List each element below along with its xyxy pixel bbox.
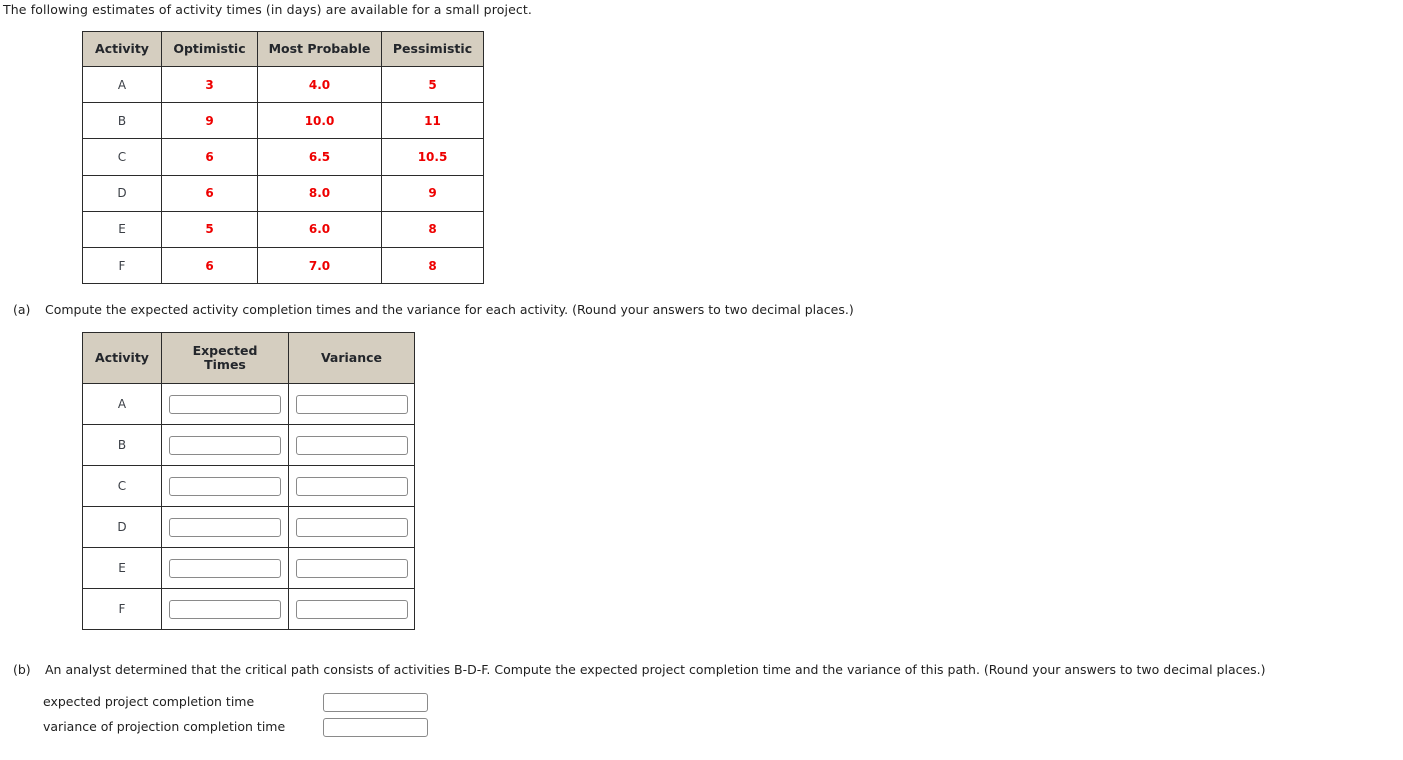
- table-row: F 6 7.0 8: [82, 246, 484, 285]
- expected-project-completion-time-input[interactable]: [323, 693, 428, 712]
- variance-input-e[interactable]: [295, 558, 408, 578]
- cell-pessimistic: 8: [381, 246, 484, 285]
- expected-time-input-b[interactable]: [169, 435, 281, 455]
- cell-most-probable: 7.0: [257, 246, 382, 285]
- table-row: C: [82, 465, 415, 507]
- column-header-expected-times: Expected Times: [161, 332, 289, 384]
- cell-most-probable: 6.5: [257, 138, 382, 176]
- answers-table: Activity Expected Times Variance A B C D…: [82, 332, 415, 630]
- cell-most-probable: 4.0: [257, 65, 382, 104]
- question-a: (a) Compute the expected activity comple…: [13, 302, 854, 317]
- cell-expected-time: [161, 547, 289, 589]
- cell-activity: A: [82, 383, 162, 425]
- table-row: E: [82, 547, 415, 589]
- column-header-activity: Activity: [82, 332, 162, 384]
- intro-text: The following estimates of activity time…: [3, 2, 533, 17]
- cell-optimistic: 3: [161, 65, 258, 104]
- cell-activity: A: [82, 65, 162, 104]
- column-header-expected-line1: Expected: [192, 343, 258, 358]
- variance-of-projection-completion-time-row: variance of projection completion time: [43, 718, 443, 737]
- table-row: D: [82, 506, 415, 548]
- cell-pessimistic: 11: [381, 102, 484, 140]
- table-row: C 6 6.5 10.5: [82, 138, 484, 176]
- table-row: E 5 6.0 8: [82, 210, 484, 248]
- column-header-expected-line2: Times: [204, 357, 246, 372]
- column-header-activity: Activity: [82, 31, 162, 67]
- column-header-most-probable: Most Probable: [257, 31, 382, 67]
- question-b-label: (b): [13, 662, 31, 677]
- cell-activity: E: [82, 210, 162, 248]
- cell-activity: F: [82, 246, 162, 285]
- cell-activity: B: [82, 424, 162, 466]
- table-row: D 6 8.0 9: [82, 174, 484, 212]
- question-a-text: Compute the expected activity completion…: [45, 302, 854, 317]
- cell-pessimistic: 9: [381, 174, 484, 212]
- expected-time-input-d[interactable]: [169, 517, 281, 537]
- variance-input-c[interactable]: [295, 476, 408, 496]
- cell-pessimistic: 5: [381, 65, 484, 104]
- expected-time-input-e[interactable]: [169, 558, 281, 578]
- cell-expected-time: [161, 383, 289, 425]
- cell-activity: D: [82, 174, 162, 212]
- question-a-label: (a): [13, 302, 31, 317]
- cell-activity: C: [82, 138, 162, 176]
- cell-variance: [288, 506, 415, 548]
- cell-variance: [288, 547, 415, 589]
- column-header-optimistic: Optimistic: [161, 31, 258, 67]
- variance-input-a[interactable]: [295, 394, 408, 414]
- variance-of-projection-completion-time-input[interactable]: [323, 718, 428, 737]
- expected-project-completion-time-field: [323, 693, 428, 712]
- cell-pessimistic: 8: [381, 210, 484, 248]
- expected-time-input-a[interactable]: [169, 394, 281, 414]
- cell-optimistic: 6: [161, 138, 258, 176]
- cell-activity: C: [82, 465, 162, 507]
- cell-most-probable: 6.0: [257, 210, 382, 248]
- cell-expected-time: [161, 506, 289, 548]
- cell-activity: E: [82, 547, 162, 589]
- table-row: F: [82, 588, 415, 630]
- column-header-pessimistic: Pessimistic: [381, 31, 484, 67]
- cell-optimistic: 6: [161, 174, 258, 212]
- table-row: B: [82, 424, 415, 466]
- activity-estimates-table: Activity Optimistic Most Probable Pessim…: [82, 31, 484, 285]
- table-header-row: Activity Expected Times Variance: [82, 332, 415, 384]
- cell-variance: [288, 588, 415, 630]
- cell-optimistic: 5: [161, 210, 258, 248]
- cell-optimistic: 9: [161, 102, 258, 140]
- cell-variance: [288, 424, 415, 466]
- expected-project-completion-time-label: expected project completion time: [43, 694, 255, 709]
- expected-time-input-f[interactable]: [169, 599, 281, 619]
- cell-most-probable: 10.0: [257, 102, 382, 140]
- question-b: (b) An analyst determined that the criti…: [13, 662, 1266, 677]
- cell-pessimistic: 10.5: [381, 138, 484, 176]
- cell-variance: [288, 383, 415, 425]
- cell-expected-time: [161, 465, 289, 507]
- table-row: A: [82, 383, 415, 425]
- cell-optimistic: 6: [161, 246, 258, 285]
- variance-input-d[interactable]: [295, 517, 408, 537]
- variance-input-b[interactable]: [295, 435, 408, 455]
- variance-input-f[interactable]: [295, 599, 408, 619]
- cell-most-probable: 8.0: [257, 174, 382, 212]
- variance-of-projection-completion-time-field: [323, 718, 428, 737]
- cell-expected-time: [161, 588, 289, 630]
- variance-of-projection-completion-time-label: variance of projection completion time: [43, 719, 286, 734]
- cell-variance: [288, 465, 415, 507]
- question-b-text: An analyst determined that the critical …: [45, 662, 1266, 677]
- cell-activity: B: [82, 102, 162, 140]
- cell-activity: F: [82, 588, 162, 630]
- table-row: A 3 4.0 5: [82, 65, 484, 104]
- cell-expected-time: [161, 424, 289, 466]
- expected-time-input-c[interactable]: [169, 476, 281, 496]
- table-header-row: Activity Optimistic Most Probable Pessim…: [82, 31, 484, 67]
- expected-project-completion-time-row: expected project completion time: [43, 693, 443, 712]
- column-header-variance: Variance: [288, 332, 415, 384]
- cell-activity: D: [82, 506, 162, 548]
- table-row: B 9 10.0 11: [82, 102, 484, 140]
